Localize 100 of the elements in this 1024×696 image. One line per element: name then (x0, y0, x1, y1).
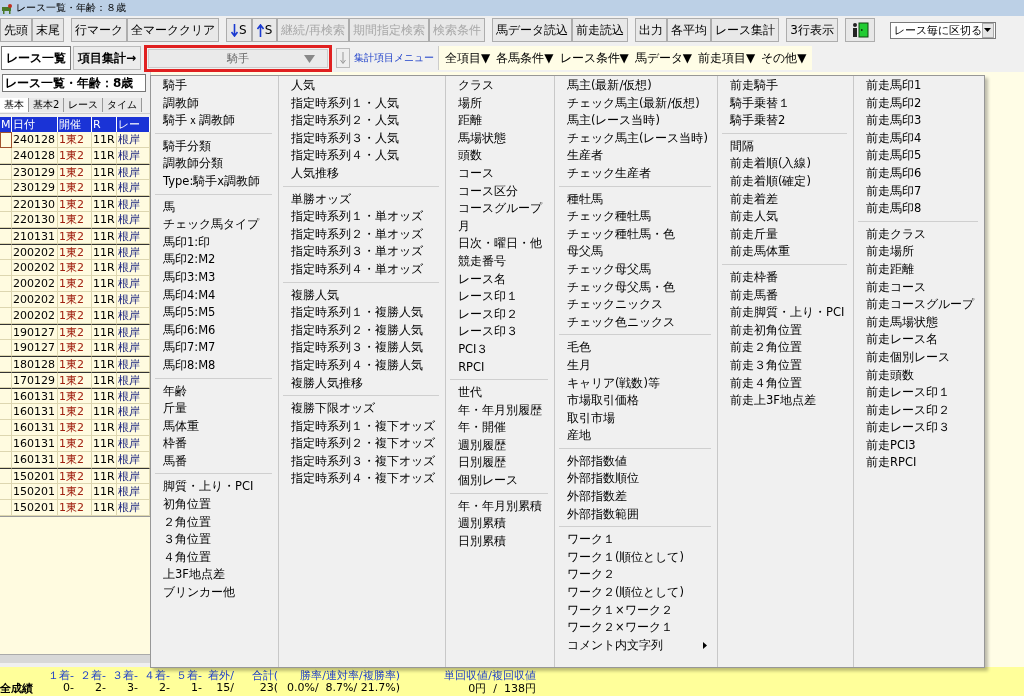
menu-item[interactable]: 前走２角位置 (718, 339, 853, 357)
menu-item[interactable]: コース (446, 164, 554, 183)
category-menu[interactable]: レース条件▼ (559, 49, 629, 67)
toolbar-button[interactable]: 出力 (635, 18, 668, 42)
menu-item[interactable]: チェック馬主(レース当時) (555, 129, 717, 148)
menu-item[interactable]: 外部指数値 (555, 452, 717, 471)
menu-item[interactable]: 年・年月別履歴 (446, 401, 554, 420)
menu-item[interactable]: ３角位置 (151, 531, 279, 549)
menu-item[interactable]: クラス (446, 77, 554, 95)
menu-item[interactable]: 調教師分類 (151, 155, 279, 173)
column-header[interactable]: レー (117, 117, 150, 132)
menu-item[interactable]: 前走騎手 (718, 77, 853, 95)
menu-item[interactable]: 馬主(レース当時) (555, 112, 717, 130)
toolbar-button[interactable]: 前走読込 (572, 18, 629, 42)
menu-item[interactable]: 前走馬印8 (854, 200, 984, 218)
toolbar-button[interactable]: 各平均 (667, 18, 712, 42)
menu-item[interactable]: 指定時系列２・人気 (279, 112, 446, 130)
menu-item[interactable]: チェック生産者 (555, 164, 717, 183)
menu-item[interactable]: RPCI (446, 358, 554, 377)
menu-item[interactable]: 脚質・上り・PCI (151, 478, 279, 497)
toolbar-button[interactable]: 3行表示 (786, 18, 838, 42)
menu-item[interactable]: 人気推移 (279, 164, 446, 183)
menu-item[interactable]: チェック母父馬 (555, 260, 717, 279)
toolbar-button[interactable]: 末尾 (32, 18, 64, 42)
menu-item[interactable]: 馬場状態 (446, 129, 554, 148)
menu-item[interactable]: レース名 (446, 270, 554, 289)
menu-item[interactable]: レース印１ (446, 288, 554, 306)
sort-button[interactable]: S (226, 18, 252, 42)
menu-item[interactable]: 馬番 (151, 452, 279, 471)
menu-item[interactable]: 馬印7:M7 (151, 339, 279, 357)
menu-item[interactable]: 前走レース印１ (854, 384, 984, 402)
menu-item[interactable]: 距離 (446, 112, 554, 130)
menu-item[interactable]: 前走斤量 (718, 225, 853, 244)
menu-item[interactable]: 騎手 (151, 77, 279, 95)
menu-item[interactable]: 前走コースグループ (854, 296, 984, 314)
menu-item[interactable]: Type:騎手x調教師 (151, 172, 279, 191)
menu-item[interactable]: 外部指数差 (555, 488, 717, 506)
menu-item[interactable]: レース印３ (446, 323, 554, 341)
menu-item[interactable]: 馬体重 (151, 417, 279, 436)
menu-item[interactable]: コメント内文字列 (555, 636, 717, 655)
menu-item[interactable]: 指定時系列４・人気 (279, 147, 446, 165)
toolbar-button[interactable]: 馬データ読込 (492, 18, 573, 42)
split-select[interactable]: レース毎に区切る (889, 21, 996, 39)
menu-item[interactable]: 前走馬印5 (854, 147, 984, 165)
menu-item[interactable]: 年齢 (151, 382, 279, 401)
menu-item[interactable]: 外部指数範囲 (555, 505, 717, 524)
menu-item[interactable]: 指定時系列１・人気 (279, 94, 446, 113)
menu-item[interactable]: 前走着順(確定) (718, 172, 853, 191)
menu-item[interactable]: 前走レース印３ (854, 419, 984, 437)
menu-item[interactable]: ワーク２ (555, 566, 717, 585)
menu-item[interactable]: 前走個別レース (854, 348, 984, 367)
menu-item[interactable]: 前走PCI3 (854, 436, 984, 455)
menu-item[interactable]: 馬印1:印 (151, 233, 279, 252)
mark-cell[interactable] (0, 324, 12, 340)
menu-item[interactable]: チェック種牡馬・色 (555, 225, 717, 244)
toolbar-button[interactable]: レース集計 (711, 18, 780, 42)
menu-item[interactable]: 前走枠番 (718, 268, 853, 287)
menu-item[interactable]: 年・年月別累積 (446, 497, 554, 516)
mark-cell[interactable] (0, 244, 12, 260)
menu-item[interactable]: チェック馬タイプ (151, 216, 279, 234)
aggregate-select[interactable]: 騎手 (148, 48, 329, 68)
menu-item[interactable]: ワーク１ (555, 531, 717, 549)
menu-item[interactable]: 場所 (446, 94, 554, 113)
menu-item[interactable]: チェック色ニックス (555, 313, 717, 332)
menu-item[interactable]: 前走馬印1 (854, 77, 984, 95)
toolbar-button[interactable]: 行マーク (71, 18, 127, 42)
menu-item[interactable]: キャリア(戦数)等 (555, 374, 717, 393)
menu-item[interactable]: 指定時系列２・単オッズ (279, 225, 446, 244)
menu-item[interactable]: 指定時系列３・複下オッズ (279, 452, 446, 471)
menu-item[interactable]: 複勝人気推移 (279, 374, 446, 393)
menu-item[interactable]: 指定時系列１・複下オッズ (279, 417, 446, 436)
menu-item[interactable]: 複勝人気 (279, 286, 446, 305)
menu-item[interactable]: PCI３ (446, 340, 554, 359)
menu-item[interactable]: 馬印3:M3 (151, 268, 279, 287)
toolbar-button[interactable]: 全マーククリア (127, 18, 219, 42)
menu-item[interactable]: 前走RPCI (854, 454, 984, 473)
scrollbar[interactable] (0, 654, 150, 663)
menu-item[interactable]: 馬主(最新/仮想) (555, 77, 717, 95)
menu-item[interactable]: 前走馬印2 (854, 94, 984, 113)
column-header[interactable]: 開催 (58, 117, 92, 132)
list-tab[interactable]: 基本2 (29, 97, 65, 112)
category-menu[interactable]: その他▼ (761, 49, 807, 67)
mark-cell[interactable] (0, 132, 12, 148)
menu-item[interactable]: 種牡馬 (555, 190, 717, 209)
menu-item[interactable]: 産地 (555, 427, 717, 445)
menu-item[interactable]: 年・開催 (446, 419, 554, 437)
menu-item[interactable]: 指定時系列１・複勝人気 (279, 304, 446, 322)
menu-item[interactable]: 市場取引価格 (555, 392, 717, 410)
list-tab[interactable]: レース (64, 97, 104, 112)
menu-item[interactable]: 前走コース (854, 278, 984, 297)
menu-item[interactable]: 毛色 (555, 339, 717, 357)
column-header[interactable]: M (0, 117, 12, 132)
menu-item[interactable]: 日次・曜日・他 (446, 235, 554, 253)
menu-item[interactable]: コースグループ (446, 200, 554, 218)
category-menu[interactable]: 全項目▼ (445, 49, 491, 67)
menu-item[interactable]: 前走着差 (718, 190, 853, 209)
menu-item[interactable]: 前走頭数 (854, 366, 984, 385)
menu-item[interactable]: 生月 (555, 356, 717, 375)
menu-item[interactable]: ワーク２×ワーク１ (555, 619, 717, 637)
menu-item[interactable]: ワーク１(順位として) (555, 548, 717, 567)
